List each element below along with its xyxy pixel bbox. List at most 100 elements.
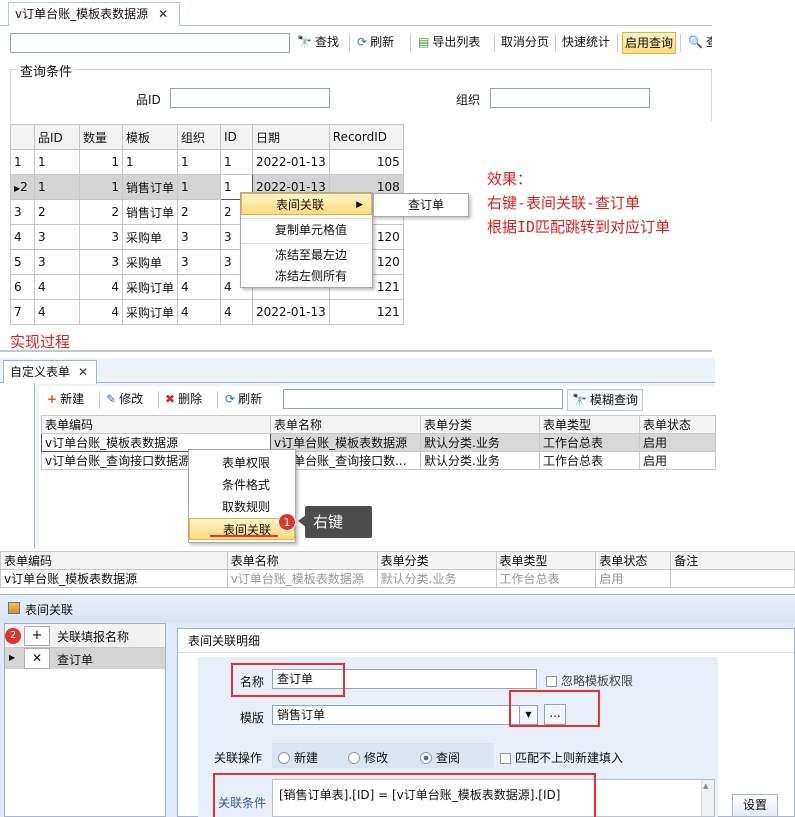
cell[interactable]: 默认分类.业务 [376,569,497,588]
menu-item-conditional-format[interactable]: 条件格式 [189,474,295,496]
enable-query-button[interactable]: 启用查询 [622,32,677,54]
column-header[interactable]: 表单状态 [639,415,716,434]
column-header[interactable]: 表单分类 [376,551,497,570]
cell[interactable]: 默认分类.业务 [420,433,540,452]
tab-order-ledger[interactable]: v订单台账_模板表数据源 ✕ [8,2,180,26]
cell[interactable]: 2022-01-13 [252,299,330,325]
cell[interactable]: 1 [220,149,254,175]
column-header[interactable]: 表单分类 [420,415,540,434]
submenu-item-check-order[interactable]: 查订单 [374,194,468,216]
cell[interactable]: 4 [79,274,123,300]
close-icon[interactable]: ✕ [158,7,168,21]
cell[interactable]: 4 [177,299,222,325]
column-header[interactable]: 备注 [670,551,795,570]
menu-item-fetch-rules[interactable]: 取数规则 [189,496,295,518]
cell[interactable]: 1 [79,149,123,175]
export-button[interactable]: ▤ 导出列表 [418,32,480,54]
cell[interactable]: 销售订单 [121,174,179,200]
cell[interactable]: 工作台总表 [539,451,640,470]
cancel-paging-button[interactable]: 取消分页 [501,32,549,54]
cell[interactable]: 采购单 [121,249,179,275]
cell[interactable]: v订单台账_模板表数据源 [0,569,228,588]
delete-button[interactable]: ✖ 删除 [165,389,202,411]
cell[interactable]: 工作台总表 [539,433,640,452]
column-header[interactable]: RecordID [328,124,404,150]
cell[interactable]: 2 [79,199,123,225]
cell[interactable]: 3 [177,224,222,250]
toolbar-search-input[interactable] [10,33,290,53]
cell[interactable]: 3 [34,224,80,250]
ignore-permission-checkbox[interactable]: 忽略模板权限 [546,672,633,689]
add-link-button[interactable]: + [24,626,50,646]
cell[interactable]: 121 [328,299,404,325]
cell[interactable]: 2 [34,199,80,225]
menu-item-copy-cell[interactable]: 复制单元格值 [241,218,372,240]
cell[interactable]: 1 [34,174,80,200]
column-header[interactable]: 表单名称 [270,415,421,434]
column-header[interactable]: 日期 [252,124,330,150]
template-select[interactable]: 销售订单 [272,705,520,725]
search-button[interactable]: 🔭 查找 [297,32,339,54]
fuzzy-query-button[interactable]: 🔭 模糊查询 [567,389,643,411]
cell[interactable]: 1 [177,174,222,200]
op-new-radio[interactable]: 新建 [278,749,318,766]
org-input[interactable] [490,88,650,108]
cell[interactable]: 3 [79,224,123,250]
column-header[interactable]: 组织 [177,124,222,150]
column-header[interactable]: 表单编码 [41,415,271,434]
cell[interactable]: 默认分类.业务 [420,451,540,470]
column-header[interactable]: 模板 [121,124,179,150]
cell[interactable]: 4 [220,299,254,325]
cell[interactable]: 工作台总表 [495,569,597,588]
cell[interactable]: 销售订单 [121,199,179,225]
close-icon[interactable]: ✕ [78,365,88,379]
cell[interactable]: v订单台账_模板表数据源 [226,569,378,588]
column-header[interactable]: 表单状态 [595,551,672,570]
cell[interactable]: 采购订单 [121,299,179,325]
form-search-input[interactable] [283,389,563,409]
menu-item-freeze-leftmost[interactable]: 冻结至最左边 [241,243,372,265]
table-row[interactable]: v订单台账_模板表数据源 v订单台账_模板表数据源 默认分类.业务 工作台总表 … [41,433,716,452]
table-row[interactable]: 1 1 1 1 1 1 2022-01-13 105 [10,149,404,175]
cell[interactable]: 4 [34,274,80,300]
remove-link-button[interactable]: ✕ [24,648,50,669]
cell[interactable]: 启用 [639,451,716,470]
cell[interactable]: 2022-01-13 [252,149,330,175]
menu-item-form-permission[interactable]: 表单权限 [189,452,295,474]
settings-button[interactable]: 设置 [732,794,778,817]
refresh-button[interactable]: ⟳ 刷新 [225,389,262,411]
cell[interactable] [670,569,795,588]
menu-item-table-link[interactable]: 表间关联 ▶ [241,193,372,215]
product-id-input[interactable] [170,88,330,108]
cell[interactable]: 4 [34,299,80,325]
cell[interactable]: 1 [121,149,179,175]
cell[interactable]: 2 [177,199,222,225]
column-header[interactable]: 表单类型 [539,415,640,434]
quick-stats-button[interactable]: 快速统计 [562,32,610,54]
new-button[interactable]: + 新建 [47,389,84,411]
cell[interactable]: 4 [79,299,123,325]
query-button[interactable]: 🔍 查 [688,32,712,54]
cell[interactable]: 3 [34,249,80,275]
table-row[interactable]: 7 4 4 采购订单 4 4 2022-01-13 121 [10,299,404,325]
tab-custom-form[interactable]: 自定义表单 ✕ [3,360,97,384]
cell[interactable]: 4 [177,274,222,300]
cell[interactable]: 3 [177,249,222,275]
cell[interactable]: 启用 [595,569,672,588]
column-header[interactable]: 数量 [79,124,123,150]
cell[interactable]: 1 [34,149,80,175]
table-row[interactable]: v订单台账_查询接口数据源 v订单台账_查询接口数... 默认分类.业务 工作台… [41,451,716,470]
cell[interactable]: 1 [177,149,222,175]
op-edit-radio[interactable]: 修改 [348,749,388,766]
column-header[interactable]: 表单编码 [0,551,228,570]
cell[interactable]: 采购订单 [121,274,179,300]
column-header[interactable]: 表单名称 [226,551,378,570]
cell[interactable]: 3 [79,249,123,275]
menu-item-freeze-left-all[interactable]: 冻结左侧所有 [241,265,372,287]
op-view-radio[interactable]: 查阅 [420,749,460,766]
cell[interactable]: 采购单 [121,224,179,250]
cell[interactable]: 启用 [639,433,716,452]
refresh-button[interactable]: ⟳ 刷新 [357,32,394,54]
cell[interactable]: 105 [328,149,404,175]
table-row[interactable]: v订单台账_模板表数据源 v订单台账_模板表数据源 默认分类.业务 工作台总表 … [0,569,795,588]
